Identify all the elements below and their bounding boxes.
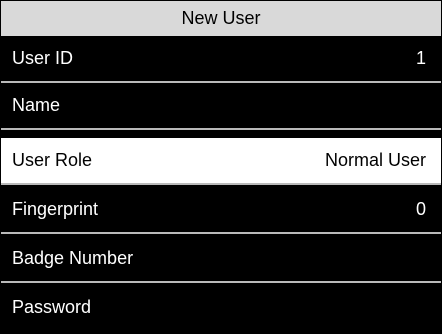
password-label: Password (12, 297, 92, 317)
user-id-value: 1 (415, 48, 426, 68)
user-id-item[interactable]: User ID 1 (1, 36, 441, 83)
user-id-label: User ID (12, 48, 74, 68)
password-item[interactable]: Password (1, 283, 441, 333)
user-role-item[interactable]: User Role Normal User (1, 138, 441, 185)
window-title: New User (1, 1, 441, 36)
badge-number-label: Badge Number (12, 248, 134, 268)
fingerprint-label: Fingerprint (12, 199, 99, 219)
fingerprint-item[interactable]: Fingerprint 0 (1, 187, 441, 234)
fingerprint-value: 0 (415, 199, 426, 219)
user-role-label: User Role (12, 150, 93, 170)
name-label: Name (12, 95, 61, 115)
name-item[interactable]: Name (1, 83, 441, 130)
badge-number-item[interactable]: Badge Number (1, 236, 441, 283)
new-user-screen: New User User ID 1 Name User Role Normal… (0, 0, 442, 334)
user-role-value: Normal User (324, 150, 426, 170)
